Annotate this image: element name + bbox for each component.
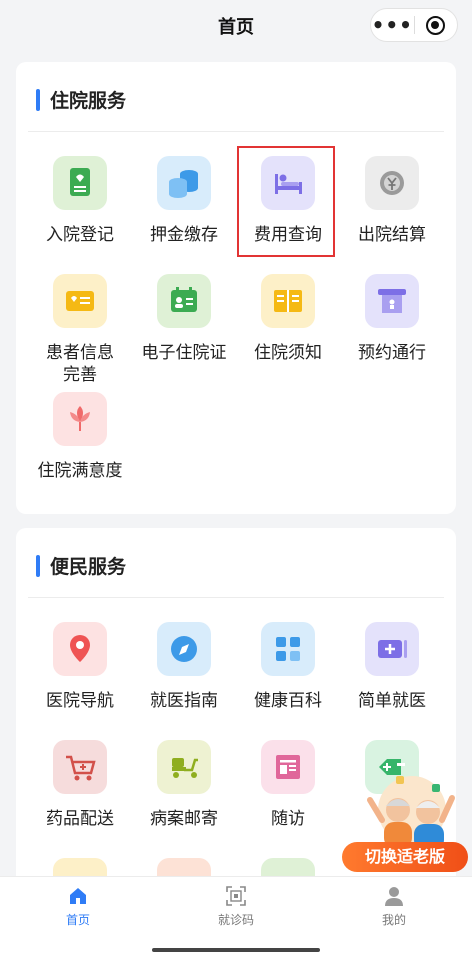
section-header: 便民服务 bbox=[36, 552, 126, 579]
service-label: 药品配送 bbox=[46, 809, 114, 829]
section-header: 住院服务 bbox=[36, 86, 126, 113]
service-simple-visit[interactable]: 简单就医 bbox=[340, 622, 444, 712]
close-miniprogram-button[interactable] bbox=[414, 15, 457, 35]
user-icon bbox=[383, 885, 405, 907]
compass-icon bbox=[157, 622, 211, 676]
shopping-cart-icon bbox=[53, 740, 107, 794]
yen-coin-icon bbox=[365, 156, 419, 210]
selected-item-highlight bbox=[237, 146, 335, 257]
miniprogram-capsule: ••• bbox=[370, 8, 458, 42]
service-deposit[interactable]: 押金缴存 bbox=[132, 156, 236, 246]
service-hospital-navigation[interactable]: 医院导航 bbox=[28, 622, 132, 712]
inpatient-service-card: 住院服务 入院登记 押金缴存 费用查询 出院结算 患者信息完善 电子住院证 住院… bbox=[16, 62, 456, 514]
medical-kit-icon bbox=[365, 622, 419, 676]
document-list-icon bbox=[261, 740, 315, 794]
service-label: 住院满意度 bbox=[37, 461, 123, 481]
tab-label: 首页 bbox=[65, 913, 90, 927]
service-label: 健康百科 bbox=[254, 691, 322, 711]
flower-icon bbox=[53, 392, 107, 446]
service-notice[interactable]: 住院须知 bbox=[236, 274, 340, 364]
tab-label: 就诊码 bbox=[217, 913, 254, 927]
service-medical-guide[interactable]: 就医指南 bbox=[132, 622, 236, 712]
service-label: 患者信息完善 bbox=[46, 343, 114, 385]
service-label: 入院登记 bbox=[46, 225, 114, 245]
service-label: 病案邮寄 bbox=[150, 809, 218, 829]
top-bar: 首页 ••• bbox=[0, 0, 472, 50]
tab-label: 我的 bbox=[381, 913, 406, 927]
service-reservation-pass[interactable]: 预约通行 bbox=[340, 274, 444, 364]
service-discharge-settlement[interactable]: 出院结算 bbox=[340, 156, 444, 246]
service-e-certificate[interactable]: 电子住院证 bbox=[132, 274, 236, 364]
patient-card-icon bbox=[53, 274, 107, 328]
open-book-icon bbox=[261, 274, 315, 328]
service-health-encyclopedia[interactable]: 健康百科 bbox=[236, 622, 340, 712]
target-icon bbox=[426, 15, 446, 35]
service-label: 就医指南 bbox=[150, 691, 218, 711]
tab-visit-code[interactable]: 就诊码 bbox=[186, 885, 286, 928]
location-pin-icon bbox=[53, 622, 107, 676]
more-options-button[interactable]: ••• bbox=[371, 10, 414, 40]
admission-form-icon bbox=[53, 156, 107, 210]
service-label: 简单就医 bbox=[358, 691, 426, 711]
elder-mode-widget[interactable]: 切换适老版 bbox=[340, 770, 470, 874]
service-label: 随访 bbox=[271, 809, 305, 829]
section-title: 住院服务 bbox=[50, 90, 127, 112]
service-drug-delivery[interactable]: 药品配送 bbox=[28, 740, 132, 830]
section-accent-bar bbox=[36, 88, 40, 111]
service-label: 医院导航 bbox=[46, 691, 114, 711]
home-icon bbox=[67, 885, 89, 907]
tab-home[interactable]: 首页 bbox=[28, 885, 128, 928]
service-label: 出院结算 bbox=[358, 225, 426, 245]
e-certificate-icon bbox=[157, 274, 211, 328]
service-label: 预约通行 bbox=[358, 343, 426, 363]
section-divider bbox=[28, 597, 444, 598]
service-follow-up[interactable]: 随访 bbox=[236, 740, 340, 830]
section-divider bbox=[28, 131, 444, 132]
service-label: 住院须知 bbox=[254, 343, 322, 363]
bottom-tab-bar: 首页 就诊码 我的 bbox=[0, 876, 472, 954]
service-admission[interactable]: 入院登记 bbox=[28, 156, 132, 246]
pass-ticket-icon bbox=[365, 274, 419, 328]
switch-elder-mode-button[interactable]: 切换适老版 bbox=[342, 842, 468, 872]
qr-code-icon bbox=[225, 885, 247, 907]
service-label: 电子住院证 bbox=[141, 343, 227, 363]
service-satisfaction[interactable]: 住院满意度 bbox=[28, 392, 132, 482]
section-title: 便民服务 bbox=[50, 556, 127, 578]
service-patient-info[interactable]: 患者信息完善 bbox=[28, 274, 132, 386]
service-record-mailing[interactable]: 病案邮寄 bbox=[132, 740, 236, 830]
grid-apps-icon bbox=[261, 622, 315, 676]
tab-mine[interactable]: 我的 bbox=[344, 885, 444, 928]
coins-icon bbox=[157, 156, 211, 210]
scooter-icon bbox=[157, 740, 211, 794]
section-accent-bar bbox=[36, 554, 40, 577]
home-indicator bbox=[152, 948, 320, 952]
service-label: 押金缴存 bbox=[150, 225, 218, 245]
